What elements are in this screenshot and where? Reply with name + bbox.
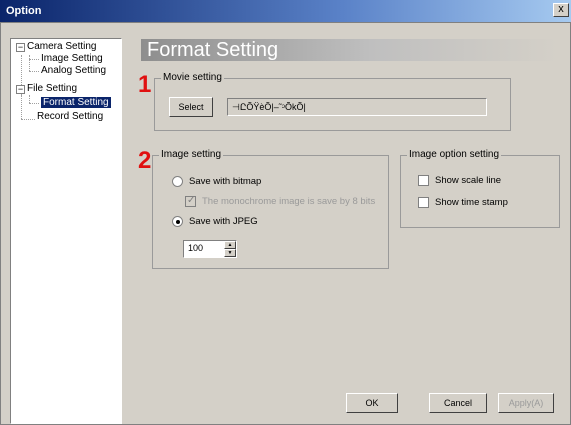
movie-setting-group: Movie setting Select ⊣ԸÕŸèÕ|–˜ᵓÕkÕ|	[154, 72, 511, 131]
image-option-legend: Image option setting	[407, 149, 502, 160]
save-bitmap-label: Save with bitmap	[189, 176, 262, 187]
page-title: Format Setting	[147, 39, 279, 61]
step-marker-1: 1	[138, 71, 152, 98]
tree-item-image-setting[interactable]: Image Setting	[41, 53, 103, 64]
show-scale-line-checkbox[interactable]	[418, 175, 429, 186]
image-setting-legend: Image setting	[159, 149, 224, 160]
tree-line	[21, 95, 22, 119]
monochrome-checkbox[interactable]: ✓	[185, 195, 196, 207]
tree-item-analog-setting[interactable]: Analog Setting	[41, 65, 106, 76]
close-button[interactable]: x	[553, 3, 569, 17]
cancel-button[interactable]: Cancel	[429, 393, 487, 413]
spin-buttons: ▲ ▼	[224, 241, 236, 257]
tree-line	[29, 103, 39, 104]
apply-button[interactable]: Apply(A)	[498, 393, 554, 413]
show-scale-line-label: Show scale line	[435, 175, 502, 186]
tree-line	[21, 119, 35, 120]
tree-item-file-setting[interactable]: File Setting	[27, 83, 77, 94]
jpeg-quality-stepper[interactable]: 100 ▲ ▼	[183, 240, 237, 258]
image-option-group: Image option setting Show scale line Sho…	[400, 149, 560, 228]
jpeg-quality-value: 100	[188, 243, 204, 253]
show-time-stamp-checkbox[interactable]	[418, 197, 429, 208]
collapse-file-setting-icon[interactable]: −	[16, 85, 25, 94]
movie-path-field[interactable]: ⊣ԸÕŸèÕ|–˜ᵓÕkÕ|	[227, 98, 487, 116]
tree-line	[29, 95, 30, 103]
show-time-stamp-label: Show time stamp	[435, 197, 508, 208]
title-bar: Option x	[0, 0, 571, 22]
settings-tree[interactable]: − Camera Setting Image Setting Analog Se…	[10, 38, 122, 424]
tree-item-camera-setting[interactable]: Camera Setting	[27, 41, 96, 52]
step-marker-2: 2	[138, 147, 152, 174]
tree-item-format-setting[interactable]: Format Setting	[41, 97, 111, 108]
tree-line	[29, 55, 30, 71]
ok-button[interactable]: OK	[346, 393, 398, 413]
tree-item-record-setting[interactable]: Record Setting	[37, 111, 103, 122]
save-jpeg-radio[interactable]	[172, 216, 183, 227]
dialog-body: − Camera Setting Image Setting Analog Se…	[0, 22, 571, 425]
check-icon: ✓	[187, 195, 196, 206]
collapse-camera-setting-icon[interactable]: −	[16, 43, 25, 52]
save-jpeg-label: Save with JPEG	[189, 216, 258, 227]
tree-line	[29, 71, 39, 72]
page-header: Format Setting	[141, 39, 559, 61]
monochrome-label: The monochrome image is save by 8 bits	[202, 196, 376, 207]
spin-up-icon[interactable]: ▲	[224, 241, 236, 249]
select-button[interactable]: Select	[169, 97, 213, 117]
spin-down-icon[interactable]: ▼	[224, 249, 236, 257]
image-setting-group: Image setting Save with bitmap ✓ The mon…	[152, 149, 389, 269]
tree-line	[29, 59, 39, 60]
movie-setting-legend: Movie setting	[161, 72, 224, 83]
window-title: Option	[6, 5, 42, 17]
save-bitmap-radio[interactable]	[172, 176, 183, 187]
